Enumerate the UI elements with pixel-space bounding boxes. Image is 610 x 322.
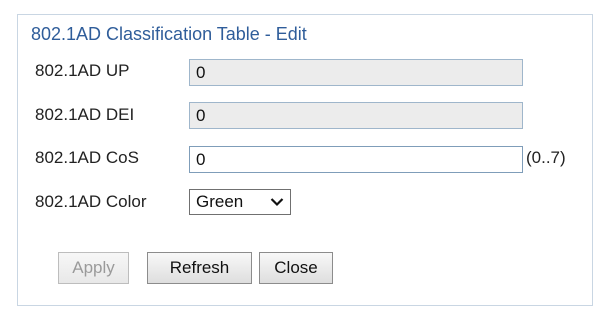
dei-label: 802.1AD DEI (35, 105, 135, 124)
color-select-value: Green (196, 192, 244, 211)
close-button[interactable]: Close (259, 252, 333, 284)
color-label: 802.1AD Color (35, 192, 147, 211)
dei-field (189, 102, 523, 129)
cos-input[interactable] (189, 146, 523, 173)
classification-edit-panel: 802.1AD Classification Table - Edit 802.… (17, 14, 593, 306)
chevron-down-icon (264, 190, 290, 214)
apply-button[interactable]: Apply (58, 252, 129, 284)
up-field (189, 59, 523, 86)
refresh-button[interactable]: Refresh (147, 252, 252, 284)
panel-title: 802.1AD Classification Table - Edit (31, 24, 307, 44)
color-select[interactable]: Green (189, 189, 291, 215)
up-label: 802.1AD UP (35, 61, 130, 80)
cos-label: 802.1AD CoS (35, 148, 139, 167)
cos-range-hint: (0..7) (526, 148, 566, 167)
